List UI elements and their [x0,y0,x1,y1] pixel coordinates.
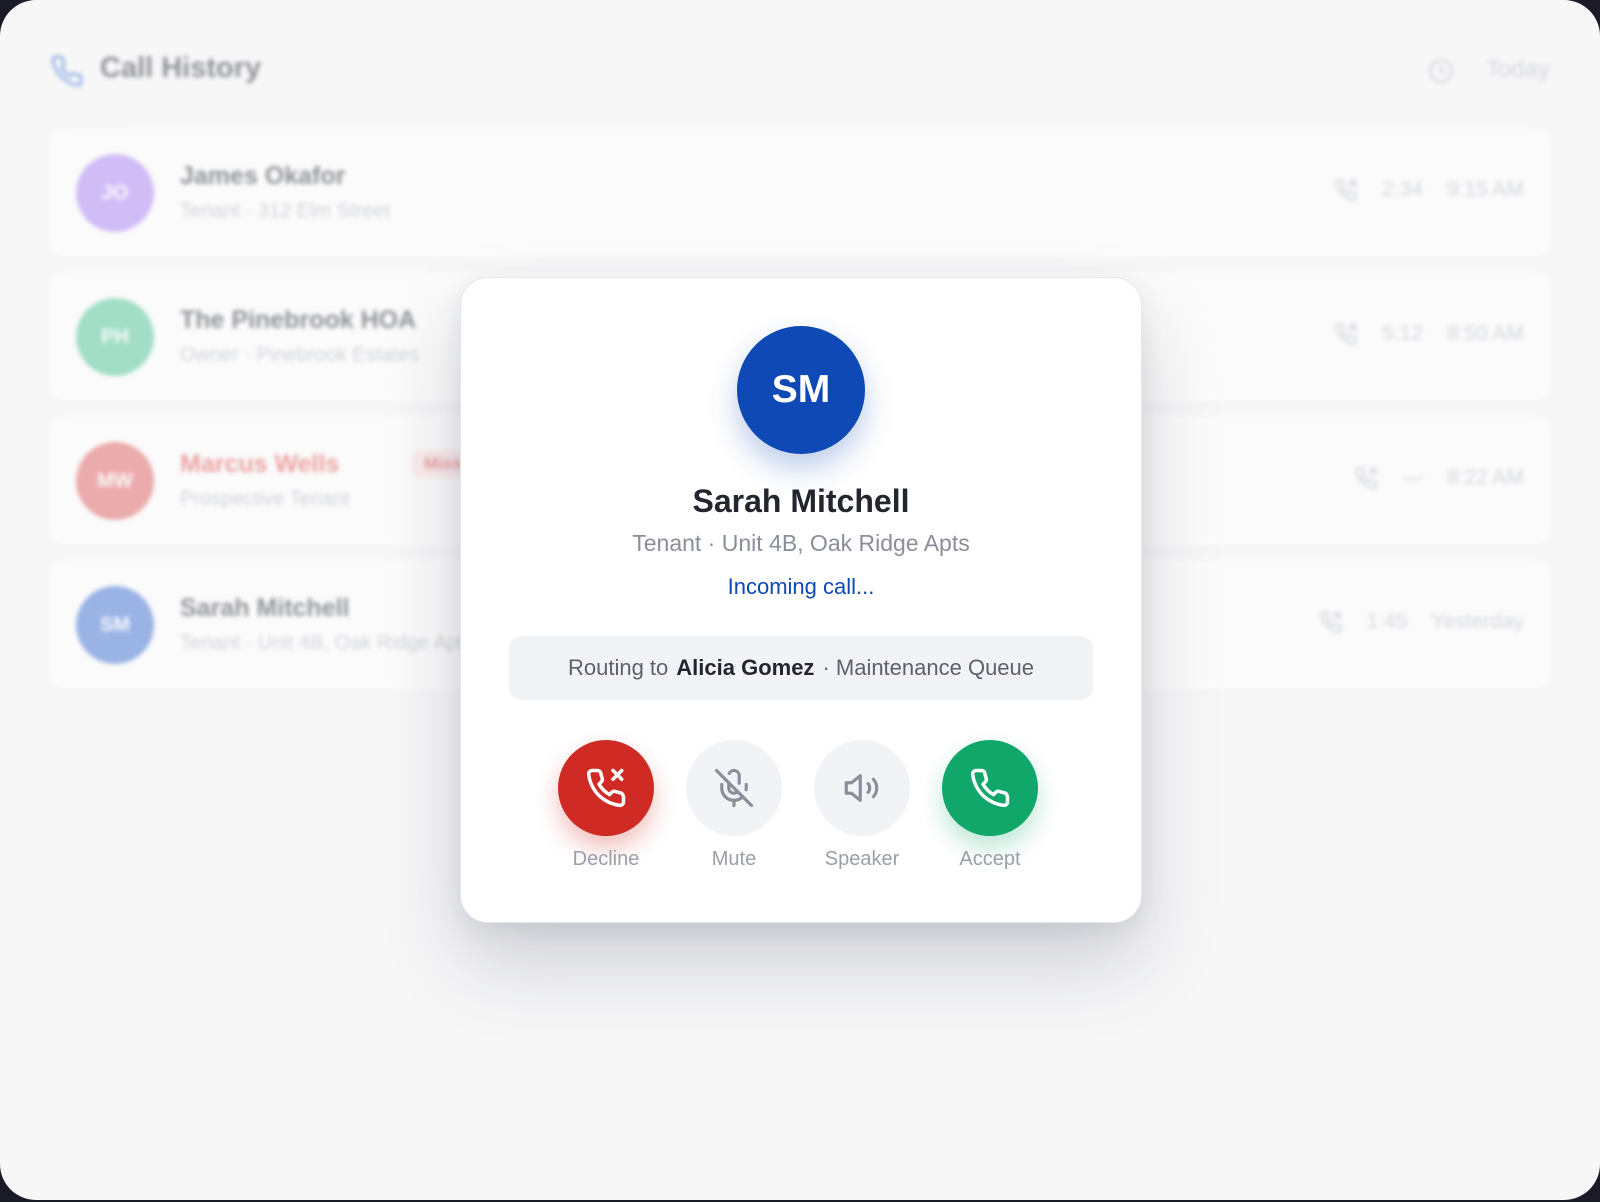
routing-prefix: Routing to [567,655,669,680]
routing-banner: Routing to Alicia Gomez · Maintenance Qu… [509,636,1093,700]
contact-name: Marcus Wells [180,450,340,478]
call-duration: 2:34 [1382,178,1423,201]
phone-missed-icon [1355,466,1377,489]
date-filter[interactable]: Today [1486,56,1550,84]
speaker-button[interactable] [814,740,910,836]
speaker-icon [844,774,879,802]
avatar: SM [76,586,154,664]
call-time: 8:22 AM [1446,466,1524,489]
call-status: Incoming call... [727,574,875,599]
call-duration: 1:45 [1366,610,1408,633]
phone-x-icon [586,768,626,808]
mic-off-icon [714,768,754,808]
mute-label: Mute [711,848,757,870]
phone-call-icon [1319,610,1342,633]
decline-label: Decline [572,848,640,870]
app-background: Call History Today JO James Okafor Tenan… [0,0,1600,1200]
table-row[interactable]: JO James Okafor Tenant · 312 Elm Street … [50,128,1550,258]
call-time: Yesterday [1431,610,1524,633]
mute-button[interactable] [686,740,782,836]
mute-action: Mute [679,740,789,880]
call-meta: — 8:22 AM [1354,466,1524,490]
call-meta: 5:12 8:50 AM [1334,322,1524,346]
contact-subtitle: Prospective Tenant [180,488,350,510]
call-duration: — [1401,466,1423,489]
avatar: MW [76,442,154,520]
speaker-action: Speaker [807,740,917,880]
accept-label: Accept [959,848,1021,870]
caller-avatar: SM [737,326,865,454]
incoming-call-dialog: SM Sarah Mitchell Tenant · Unit 4B, Oak … [460,277,1142,923]
caller-subtitle: Tenant · Unit 4B, Oak Ridge Apts [632,530,970,556]
contact-subtitle: Owner · Pinebrook Estates [180,344,419,366]
contact-subtitle: Tenant · 312 Elm Street [180,200,391,222]
page-title: Call History [100,52,262,84]
contact-name: James Okafor [180,162,346,190]
avatar: JO [76,154,154,232]
window-frame: Call History Today JO James Okafor Tenan… [0,0,1600,1202]
call-history-header: Call History Today [50,50,1550,90]
clock-icon[interactable] [1428,58,1454,84]
call-time: 9:15 AM [1446,178,1524,201]
call-meta: 2:34 9:15 AM [1334,178,1524,202]
phone-call-icon [1335,322,1358,345]
decline-action: Decline [551,740,661,880]
accept-action: Accept [935,740,1045,880]
contact-subtitle: Tenant · Unit 4B, Oak Ridge Apts [180,632,474,654]
speaker-label: Speaker [824,848,900,870]
call-meta: 1:45 Yesterday [1319,610,1524,634]
phone-icon [51,55,83,87]
phone-icon [970,768,1010,808]
call-actions: Decline Mute Speaker Accept [461,740,1141,880]
avatar: PH [76,298,154,376]
phone-call-icon [1335,178,1358,201]
contact-name: The Pinebrook HOA [180,306,417,334]
call-time: 8:50 AM [1446,322,1524,345]
accept-button[interactable] [942,740,1038,836]
routing-queue: · Maintenance Queue [822,655,1035,680]
call-duration: 5:12 [1382,322,1423,345]
decline-button[interactable] [558,740,654,836]
routing-agent: Alicia Gomez [676,655,815,680]
caller-name: Sarah Mitchell [692,483,910,519]
contact-name: Sarah Mitchell [180,594,350,622]
